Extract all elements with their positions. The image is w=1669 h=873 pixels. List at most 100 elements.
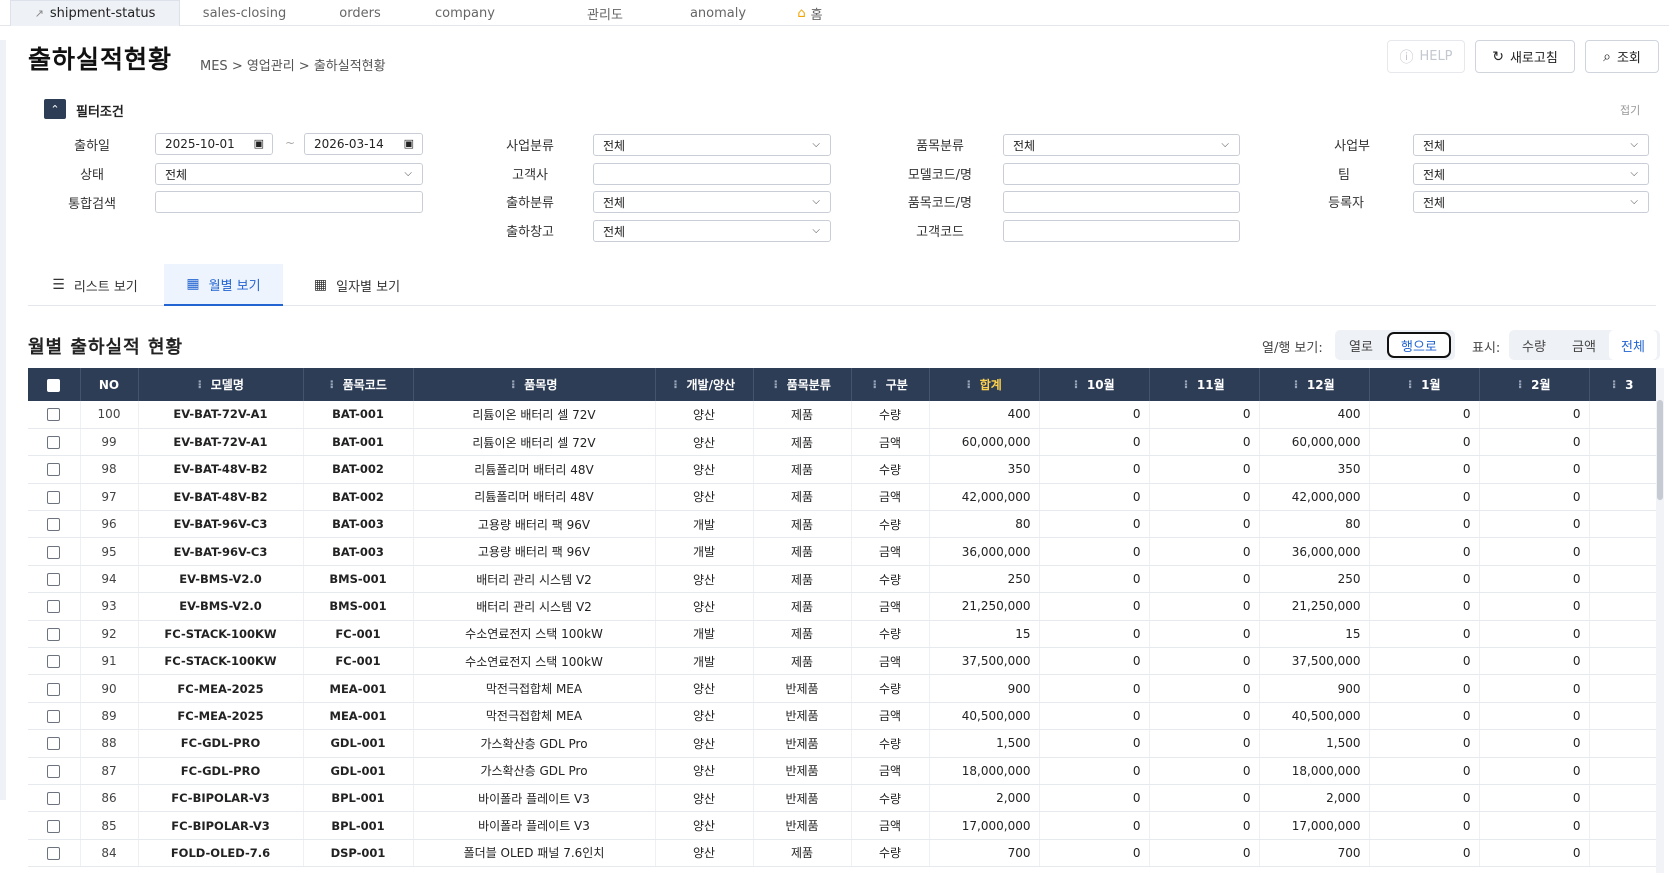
table-row[interactable]: 90 FC-MEA-2025 MEA-001 막전극접합체 MEA 양산 반제품 수량 900… (28, 674, 1656, 703)
filter-toggle-button[interactable]: ⌃ (44, 99, 66, 119)
row-select-cell[interactable] (28, 592, 81, 621)
tab-control-chart[interactable]: 관리도 (560, 0, 650, 26)
date-from-input[interactable]: 2025-10-01 ▣ (155, 133, 273, 155)
row-select-cell[interactable] (28, 784, 81, 813)
row-checkbox[interactable] (47, 436, 61, 450)
row-select-cell[interactable] (28, 428, 81, 457)
tab-company[interactable]: company (420, 0, 510, 26)
table-row[interactable]: 98 EV-BAT-48V-B2 BAT-002 리튬폴리머 배터리 48V 양산 제품 수… (28, 455, 1656, 484)
col-total[interactable]: ⠇ 합계 (929, 368, 1040, 401)
header-select-all[interactable] (28, 368, 81, 401)
row-select-cell[interactable] (28, 455, 81, 484)
col-dec[interactable]: ⠇ 12월 (1259, 368, 1370, 401)
table-row[interactable]: 94 EV-BMS-V2.0 BMS-001 배터리 관리 시스템 V2 양산 제품 수량 2… (28, 565, 1656, 594)
display-option-all[interactable]: 전체 (1609, 330, 1657, 360)
row-checkbox[interactable] (47, 682, 61, 696)
row-checkbox[interactable] (47, 573, 61, 587)
drag-handle-icon[interactable]: ⠇ (197, 379, 206, 392)
row-select-cell[interactable] (28, 674, 81, 703)
tab-shipment-status[interactable]: ↗ shipment-status (10, 0, 180, 26)
row-select-cell[interactable] (28, 483, 81, 512)
drag-handle-icon[interactable]: ⠇ (511, 379, 520, 392)
col-no[interactable]: NO (80, 368, 139, 401)
table-row[interactable]: 93 EV-BMS-V2.0 BMS-001 배터리 관리 시스템 V2 양산 제품 금액 2… (28, 592, 1656, 621)
table-row[interactable]: 87 FC-GDL-PRO GDL-001 가스확산층 GDL Pro 양산 반제품 금액 1… (28, 757, 1656, 785)
row-checkbox[interactable] (47, 819, 61, 833)
customer-input[interactable] (593, 163, 831, 185)
row-select-cell[interactable] (28, 757, 81, 785)
row-checkbox[interactable] (47, 408, 61, 422)
tab-anomaly[interactable]: anomaly (673, 0, 763, 26)
filter-collapse-link[interactable]: 접기 (1620, 102, 1640, 118)
row-checkbox[interactable] (47, 709, 61, 723)
row-checkbox[interactable] (47, 518, 61, 532)
registrant-select[interactable]: 전체 ⌵ (1413, 191, 1649, 213)
date-to-input[interactable]: 2026-03-14 ▣ (304, 133, 423, 155)
col-item-code[interactable]: ⠇ 품목코드 (303, 368, 414, 401)
table-row[interactable]: 86 FC-BIPOLAR-V3 BPL-001 바이폴라 플레이트 V3 양산 반제품 수… (28, 784, 1656, 813)
item-code-input[interactable] (1003, 191, 1240, 213)
tab-sales-closing[interactable]: sales-closing (182, 0, 307, 26)
refresh-button[interactable]: ↻ 새로고침 (1475, 40, 1575, 73)
table-row[interactable]: 84 FOLD-OLED-7.6 DSP-001 폴더블 OLED 패널 7.6인치 양… (28, 839, 1656, 868)
team-select[interactable]: 전체 ⌵ (1413, 163, 1649, 185)
drag-handle-icon[interactable]: ⠇ (329, 379, 338, 392)
ship-warehouse-select[interactable]: 전체 ⌵ (593, 220, 831, 242)
table-row[interactable]: 97 EV-BAT-48V-B2 BAT-002 리튬폴리머 배터리 48V 양산 제품 금… (28, 483, 1656, 512)
ship-class-select[interactable]: 전체 ⌵ (593, 191, 831, 213)
col-item-name[interactable]: ⠇ 품목명 (413, 368, 656, 401)
table-row[interactable]: 95 EV-BAT-96V-C3 BAT-003 고용량 배터리 팩 96V 개발 제품 금… (28, 537, 1656, 566)
row-checkbox[interactable] (47, 545, 61, 559)
row-checkbox[interactable] (47, 463, 61, 477)
table-row[interactable]: 99 EV-BAT-72V-A1 BAT-001 리튬이온 배터리 셀 72V 양산 제품… (28, 428, 1656, 457)
search-button[interactable]: ⌕ 조회 (1585, 40, 1659, 73)
biz-dept-select[interactable]: 전체 ⌵ (1413, 134, 1649, 156)
drag-handle-icon[interactable]: ⠇ (1612, 379, 1621, 392)
model-input[interactable] (1003, 163, 1240, 185)
row-checkbox[interactable] (47, 846, 61, 860)
help-button[interactable]: ⓘ HELP (1387, 40, 1465, 73)
table-row[interactable]: 88 FC-GDL-PRO GDL-001 가스확산층 GDL Pro 양산 반제품 수량 1… (28, 729, 1656, 758)
row-checkbox[interactable] (47, 764, 61, 778)
scrollbar-thumb[interactable] (1657, 400, 1663, 500)
integrated-search-input[interactable] (155, 191, 423, 213)
row-select-cell[interactable] (28, 537, 81, 566)
drag-handle-icon[interactable]: ⠇ (1073, 379, 1082, 392)
drag-handle-icon[interactable]: ⠇ (1518, 379, 1527, 392)
col-mar[interactable]: ⠇ 3 (1589, 368, 1656, 401)
drag-handle-icon[interactable]: ⠇ (1183, 379, 1192, 392)
col-type[interactable]: ⠇ 구분 (851, 368, 930, 401)
col-jan[interactable]: ⠇ 1월 (1369, 368, 1480, 401)
tab-daily-view[interactable]: ▦ 일자별 보기 (296, 264, 418, 306)
col-feb[interactable]: ⠇ 2월 (1479, 368, 1590, 401)
row-checkbox[interactable] (47, 792, 61, 806)
drag-handle-icon[interactable]: ⠇ (966, 379, 975, 392)
table-row[interactable]: 89 FC-MEA-2025 MEA-001 막전극접합체 MEA 양산 반제품 금액 40,… (28, 702, 1656, 731)
row-checkbox[interactable] (47, 627, 61, 641)
table-row[interactable]: 91 FC-STACK-100KW FC-001 수소연료전지 스택 100kW 개발 제… (28, 647, 1656, 676)
biz-class-select[interactable]: 전체 ⌵ (593, 134, 831, 156)
display-option-qty[interactable]: 수량 (1509, 330, 1559, 360)
col-model[interactable]: ⠇ 모델명 (138, 368, 304, 401)
row-checkbox[interactable] (47, 655, 61, 669)
orient-option-col[interactable]: 열로 (1335, 330, 1387, 360)
row-checkbox[interactable] (47, 737, 61, 751)
row-select-cell[interactable] (28, 510, 81, 539)
status-select[interactable]: 전체 ⌵ (155, 163, 423, 185)
row-select-cell[interactable] (28, 811, 81, 840)
select-all-checkbox[interactable] (47, 378, 61, 392)
drag-handle-icon[interactable]: ⠇ (1293, 379, 1302, 392)
row-select-cell[interactable] (28, 839, 81, 868)
item-class-select[interactable]: 전체 ⌵ (1003, 134, 1240, 156)
col-oct[interactable]: ⠇ 10월 (1039, 368, 1150, 401)
tab-list-view[interactable]: ☰ 리스트 보기 (28, 264, 162, 306)
drag-handle-icon[interactable]: ⠇ (1408, 379, 1417, 392)
row-select-cell[interactable] (28, 401, 81, 429)
tab-orders[interactable]: orders (320, 0, 400, 26)
tab-home[interactable]: ⌂ 홈 (780, 0, 840, 26)
orient-option-row[interactable]: 행으로 (1387, 332, 1451, 358)
row-select-cell[interactable] (28, 620, 81, 649)
display-option-amount[interactable]: 금액 (1559, 330, 1609, 360)
table-row[interactable]: 85 FC-BIPOLAR-V3 BPL-001 바이폴라 플레이트 V3 양산 반제품 금… (28, 811, 1656, 840)
row-checkbox[interactable] (47, 600, 61, 614)
